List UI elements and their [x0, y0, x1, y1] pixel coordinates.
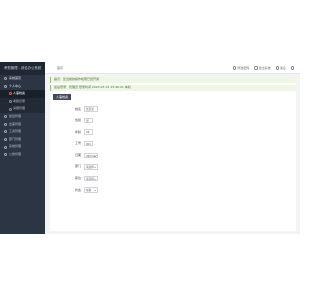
logout-label: 退出系统: [258, 66, 271, 70]
sidebar-item-label: 公告管理: [9, 151, 22, 156]
main-content: 首页 修改密码 退出系统 消息 提示：您当前的操作权限已经开通 最后登录：管理员…: [45, 62, 300, 234]
user-icon: [4, 84, 7, 88]
field-label: 日期: [74, 152, 81, 157]
department-select[interactable]: 请选择: [84, 164, 98, 170]
notice-bar: 提示：您当前的操作权限已经开通: [50, 77, 296, 83]
sidebar-item-label: 工资管理: [9, 129, 22, 134]
sidebar-item-label: 系统管理: [9, 144, 22, 149]
file-icon: [9, 92, 12, 96]
field-label: 工号: [74, 141, 81, 146]
logout-button[interactable]: 退出系统: [254, 66, 271, 70]
field-label: 职位: [74, 176, 81, 181]
sidebar-item-label: 请假管理: [13, 106, 26, 111]
org-icon: [4, 138, 7, 142]
sidebar-item[interactable]: 个人中心: [0, 83, 45, 91]
form-row: 姓名 张某某: [53, 104, 113, 116]
gear-icon: [4, 145, 7, 149]
staff-id-field[interactable]: 001: [84, 141, 93, 147]
sidebar-item-label: 个人中心: [9, 83, 22, 88]
bell-icon: [275, 66, 279, 70]
power-icon: [254, 66, 258, 70]
gender-field[interactable]: 男: [84, 117, 93, 124]
form-row: 部门 请选择: [53, 162, 113, 174]
sidebar-item[interactable]: 公告管理: [0, 151, 45, 159]
sidebar-item[interactable]: 加班管理: [0, 113, 45, 121]
sidebar-item-label: 部门管理: [9, 136, 22, 141]
clock-icon: [4, 115, 7, 119]
bell-icon: [4, 153, 7, 157]
field-label: 姓名: [74, 106, 81, 111]
sidebar-item[interactable]: 请假管理: [0, 105, 45, 113]
field-label: 状态: [74, 187, 81, 192]
section-tag: 人事档案: [53, 94, 72, 100]
gear-icon: [290, 66, 294, 70]
user-icon: [233, 66, 237, 70]
topbar-actions: 修改密码 退出系统 消息: [233, 62, 294, 74]
sidebar-item-label: 人事档案: [13, 91, 26, 96]
field-label: 性别: [74, 118, 81, 123]
change-password-label: 修改密码: [237, 66, 250, 70]
settings-button[interactable]: [290, 66, 294, 70]
notice-bar: 最后登录：管理员 登录时间 2023-07-13 15:46:21 本机: [50, 85, 296, 92]
messages-button[interactable]: 消息: [275, 66, 286, 70]
content-panel: 提示：您当前的操作权限已经开通 最后登录：管理员 登录时间 2023-07-13…: [50, 77, 296, 231]
sidebar-item[interactable]: 系统首页: [0, 75, 45, 83]
sidebar-item-label: 出差管理: [9, 121, 22, 126]
change-password-button[interactable]: 修改密码: [233, 66, 249, 70]
sidebar-item-label: 加班管理: [9, 113, 22, 118]
field-label: 部门: [74, 164, 81, 169]
form-row: 职位 请选择: [53, 174, 113, 186]
plane-icon: [4, 122, 7, 126]
file-icon: [9, 100, 12, 104]
name-field[interactable]: 张某某: [84, 106, 98, 112]
file-icon: [9, 107, 12, 111]
breadcrumb[interactable]: 首页: [57, 62, 63, 74]
sidebar-item-label: 系统首页: [9, 76, 22, 80]
sidebar-item[interactable]: 考勤记录: [0, 97, 45, 106]
sidebar-item[interactable]: 工资管理: [0, 128, 45, 136]
money-icon: [4, 130, 7, 134]
sidebar-brand: 考勤管理 - 综合办公系统: [0, 62, 45, 75]
sidebar-item[interactable]: 部门管理: [0, 136, 45, 144]
sidebar-item[interactable]: 系统管理: [0, 143, 45, 151]
status-select[interactable]: 在职: [84, 187, 98, 193]
sidebar-item-label: 考勤记录: [13, 98, 26, 103]
form-row: 状态 在职: [53, 185, 113, 197]
age-field[interactable]: 28: [84, 129, 93, 135]
form-row: 工号 001: [53, 139, 113, 151]
field-label: 年龄: [74, 129, 81, 134]
form-row: 性别男: [53, 116, 113, 128]
form-row: 年龄 28: [53, 127, 113, 139]
topbar: 首页 修改密码 退出系统 消息: [45, 62, 300, 74]
sidebar-item-active[interactable]: 人事档案: [0, 90, 45, 98]
form-row: 日期 2023-07: [53, 150, 113, 162]
position-select[interactable]: 请选择: [84, 175, 98, 182]
date-select[interactable]: 2023-07: [84, 152, 98, 159]
messages-label: 消息: [279, 66, 286, 70]
home-icon: [4, 77, 7, 81]
sidebar: 考勤管理 - 综合办公系统 系统首页 个人中心 人事档案 考勤记录 请假管理 加…: [0, 62, 45, 234]
sidebar-item[interactable]: 出差管理: [0, 121, 45, 129]
app-window: 考勤管理 - 综合办公系统 系统首页 个人中心 人事档案 考勤记录 请假管理 加…: [0, 62, 300, 234]
profile-form: 姓名 张某某 性别男 年龄 28 工号 001 日期 2023-07 部门 请选择 职位请…: [53, 104, 113, 197]
